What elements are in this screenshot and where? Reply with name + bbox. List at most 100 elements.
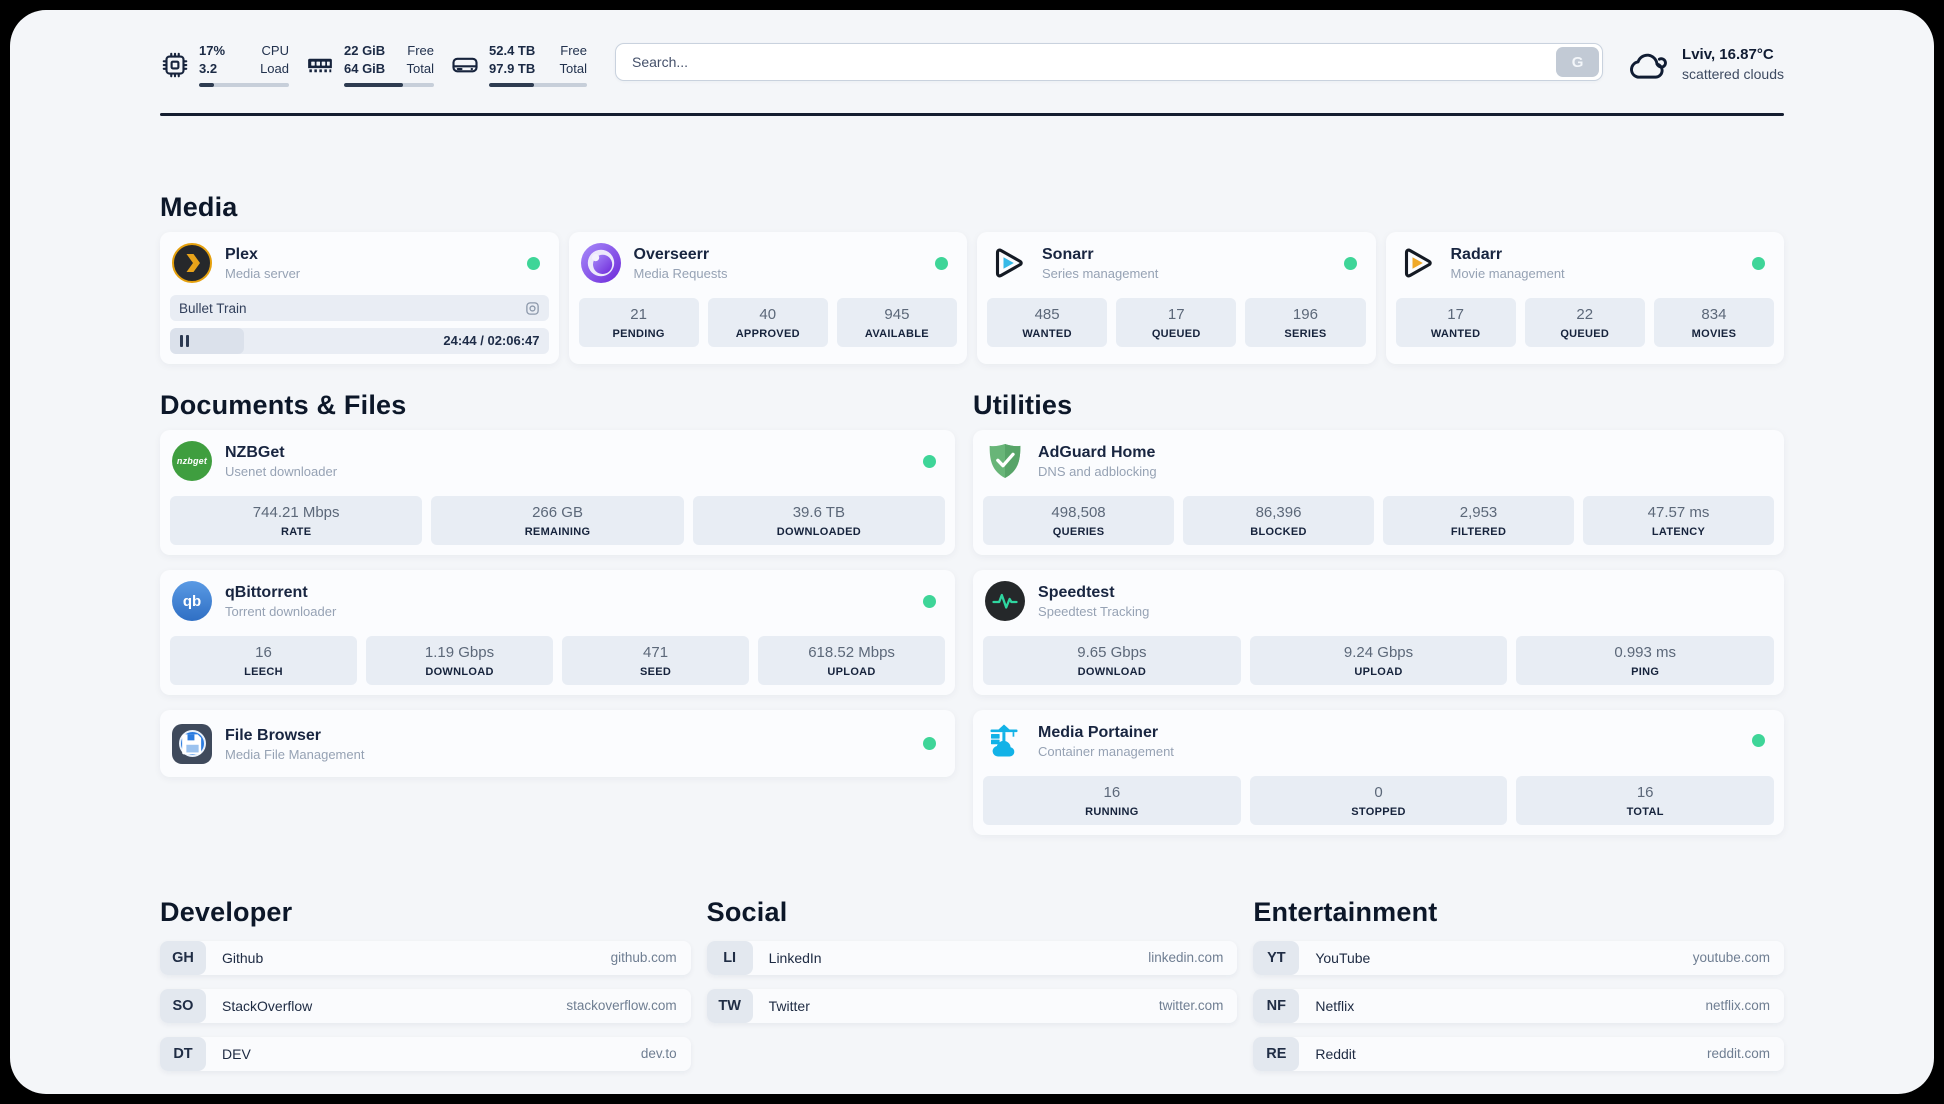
disk-free-label: Free [560,43,587,58]
stat-box: 40 APPROVED [707,298,828,348]
disk-icon [452,57,478,72]
bookmark-twitter[interactable]: TW Twitter twitter.com [706,988,1238,1023]
service-card-radarr[interactable]: Radarr Movie management 17 WANTED 22 QUEUE… [1385,232,1784,365]
stat-box: 39.6 TB DOWNLOADED [692,496,946,546]
utilities-section-title: Utilities [973,390,1073,421]
session-options-icon[interactable] [525,301,540,316]
memory-total-label: Total [406,61,434,77]
stat-box: 22 QUEUED [1524,298,1645,348]
service-card-sonarr[interactable]: Sonarr Series management 485 WANTED 17 QUE… [977,232,1376,365]
bookmark-url: twitter.com [1158,998,1224,1014]
header-divider [160,113,1784,117]
media-section-title: Media [160,192,238,223]
stat-box: 945 AVAILABLE [836,298,958,348]
social-section-title: Social [706,896,788,927]
bookmark-reddit[interactable]: RE Reddit reddit.com [1253,1036,1784,1071]
bookmark-netflix[interactable]: NF Netflix netflix.com [1253,988,1784,1023]
bookmark-group-entertainment: Entertainment YT YouTube youtube.com NF … [1253,897,1784,1071]
service-card-speedtest[interactable]: Speedtest Speedtest Tracking 9.65 Gbps DO… [973,570,1784,695]
service-description: Torrent downloader [225,604,337,620]
disk-free-value: 52.4 TB [489,43,536,58]
playback-time: 24:44 / 02:06:47 [443,333,540,349]
cpu-load-value: 3.2 [199,61,218,77]
service-card-filebrowser[interactable]: File Browser Media File Management [160,709,956,777]
bookmark-abbr: TW [706,988,753,1023]
load-label: Load [260,61,289,77]
service-description: Usenet downloader [225,464,338,480]
bookmark-abbr: GH [160,940,206,975]
section-media: Media Plex Media server Bullet Train 24:… [160,192,1784,365]
service-description: Media server [225,266,301,282]
stat-box: 16 LEECH [170,636,358,685]
bookmark-name: DEV [222,1045,251,1062]
bookmark-url: reddit.com [1706,1046,1770,1062]
service-card-portainer[interactable]: Media Portainer Container management 16 R… [973,709,1784,835]
service-card-overseerr[interactable]: Overseerr Media Requests 21 PENDING 40 APP… [568,232,967,365]
bookmark-linkedin[interactable]: LI LinkedIn linkedin.com [706,940,1238,975]
cpu-progress-bar [199,83,289,88]
bookmark-dev[interactable]: DT DEV dev.to [160,1036,691,1071]
bookmark-abbr: NF [1253,988,1300,1023]
bookmark-abbr: LI [706,940,753,975]
memory-total-value: 64 GiB [344,61,386,77]
bookmark-abbr: DT [160,1036,206,1071]
now-playing-title: Bullet Train [179,300,247,316]
stat-box: 834 MOVIES [1653,298,1775,348]
bookmark-github[interactable]: GH Github github.com [160,940,691,975]
bookmark-abbr: RE [1253,1036,1300,1071]
stat-box: 16 TOTAL [1516,775,1775,825]
bookmark-abbr: YT [1253,940,1300,975]
status-online-dot [1752,256,1765,270]
service-description: Media File Management [225,746,365,762]
service-name: NZBGet [225,444,285,462]
ram-icon [308,58,332,72]
radarr-icon [1398,243,1438,283]
resource-widgets: 17% 3.2 CPU Load 22 GiB 64 GiB Free Tota… [160,42,587,88]
adguard-icon [985,441,1025,481]
bookmark-name: Github [222,949,264,966]
stat-box: 0 STOPPED [1249,775,1508,825]
service-card-plex[interactable]: Plex Media server Bullet Train 24:44 / 0… [160,232,559,365]
search-provider-button[interactable]: G [1556,47,1600,77]
stat-box: 86,396 BLOCKED [1183,496,1375,546]
service-name: AdGuard Home [1038,444,1156,462]
status-online-dot [935,256,948,270]
bookmark-url: github.com [610,950,677,966]
memory-widget: 22 GiB 64 GiB Free Total [305,42,434,88]
bookmark-group-social: Social LI LinkedIn linkedin.com TW Twitt… [706,896,1238,1071]
cpu-usage-value: 17% [199,43,226,58]
service-name: Radarr [1450,246,1503,264]
qbittorrent-icon: qb [172,581,212,622]
bookmark-url: dev.to [640,1046,677,1062]
service-card-qbittorrent[interactable]: qb qBittorrent Torrent downloader 16 LEEC… [160,570,956,695]
bookmark-abbr: SO [160,988,206,1023]
service-name: Media Portainer [1038,723,1159,741]
stat-box: 1.19 Gbps DOWNLOAD [366,636,554,685]
bookmark-name: Netflix [1315,997,1355,1014]
service-card-adguard[interactable]: AdGuard Home DNS and adblocking 498,508 Q… [973,430,1784,556]
memory-free-value: 22 GiB [344,43,386,58]
bookmark-name: Twitter [768,997,810,1014]
memory-free-label: Free [407,43,434,58]
weather-condition: scattered clouds [1682,66,1784,83]
bookmark-youtube[interactable]: YT YouTube youtube.com [1253,940,1784,975]
entertainment-section-title: Entertainment [1253,896,1438,927]
section-documents: Documents & Files nzbget NZBGet Usenet d… [160,390,956,834]
bookmark-stackoverflow[interactable]: SO StackOverflow stackoverflow.com [160,988,691,1023]
stat-box: 2,953 FILTERED [1383,496,1574,546]
cpu-widget: 17% 3.2 CPU Load [160,42,289,88]
weather-widget: Lviv, 16.87°C scattered clouds [1629,45,1784,84]
status-online-dot [923,737,937,751]
bookmark-name: StackOverflow [222,997,313,1014]
service-description: DNS and adblocking [1038,464,1157,480]
cpu-label: CPU [261,43,289,58]
search-input[interactable] [615,43,1604,81]
service-card-nzbget[interactable]: nzbget NZBGet Usenet downloader 744.21 M… [160,430,956,556]
status-online-dot [526,256,540,270]
nzbget-icon: nzbget [172,441,212,482]
stat-box: 266 GB REMAINING [431,496,684,546]
dashboard-page: 17% 3.2 CPU Load 22 GiB 64 GiB Free Tota… [10,10,1934,1094]
service-name: Speedtest [1038,584,1115,602]
stat-box: 744.21 Mbps RATE [170,496,423,546]
cpu-icon [162,52,188,77]
